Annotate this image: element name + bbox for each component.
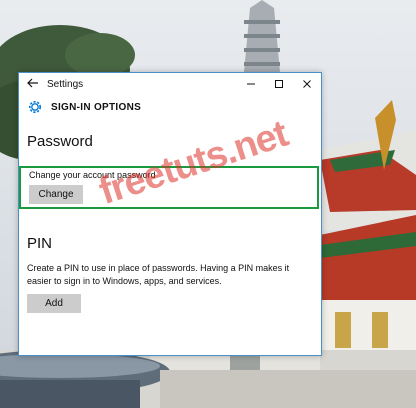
close-icon	[303, 80, 311, 88]
page-title: SIGN-IN OPTIONS	[51, 101, 142, 113]
back-arrow-icon	[27, 78, 38, 88]
password-description: Change your account password	[29, 170, 156, 180]
gear-icon	[29, 101, 41, 113]
back-button[interactable]	[19, 77, 47, 91]
maximize-button[interactable]	[265, 73, 293, 95]
add-pin-button[interactable]: Add	[27, 294, 81, 313]
minimize-icon	[247, 83, 255, 85]
pin-section-title: PIN	[27, 235, 53, 252]
settings-window: Settings SIGN-IN OPTIONS Password Change…	[18, 72, 322, 356]
settings-header: SIGN-IN OPTIONS	[19, 95, 321, 119]
pin-description: Create a PIN to use in place of password…	[27, 263, 290, 286]
password-section-title: Password	[27, 133, 93, 150]
change-password-button[interactable]: Change	[29, 185, 83, 204]
window-title: Settings	[47, 78, 84, 90]
title-bar: Settings	[19, 73, 321, 95]
maximize-icon	[275, 80, 283, 88]
minimize-button[interactable]	[237, 73, 265, 95]
password-highlight-box: Change your account password Change	[19, 166, 319, 209]
close-button[interactable]	[293, 73, 321, 95]
